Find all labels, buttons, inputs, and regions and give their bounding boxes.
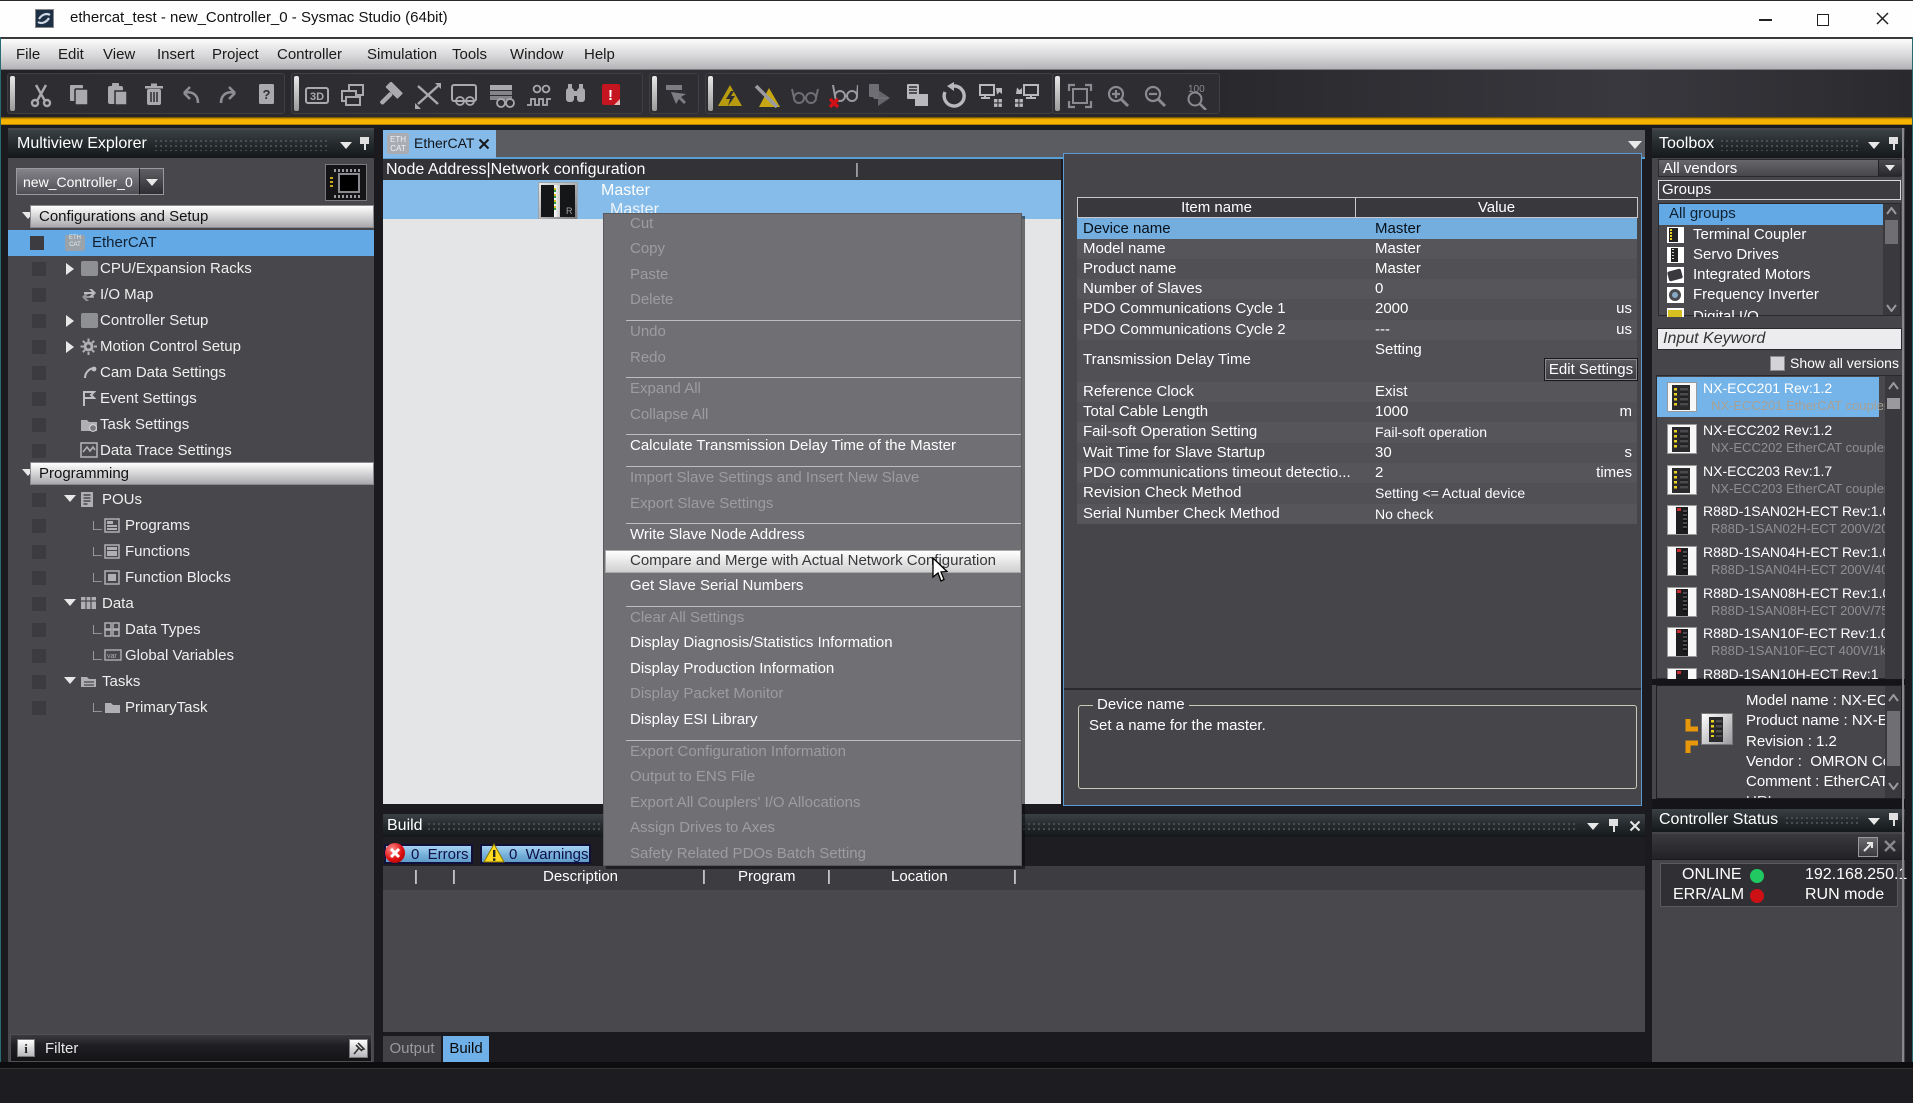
svg-text:?: ? — [263, 87, 271, 102]
svg-text:var: var — [107, 653, 117, 660]
svg-text:100: 100 — [1188, 84, 1205, 95]
svg-text:3D: 3D — [310, 91, 324, 103]
svg-text:!: ! — [608, 87, 613, 104]
